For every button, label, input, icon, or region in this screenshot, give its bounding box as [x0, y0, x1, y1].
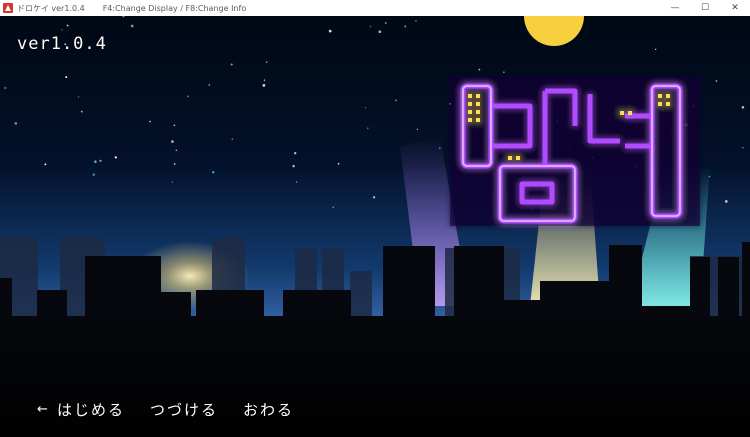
star: [212, 171, 215, 174]
star: [416, 128, 418, 131]
star: [715, 80, 718, 82]
star: [186, 95, 190, 98]
star: [231, 138, 233, 140]
menu-continue[interactable]: つづける: [150, 399, 218, 420]
star: [262, 84, 266, 87]
star: [369, 25, 372, 28]
star: [171, 140, 174, 143]
maximize-button[interactable]: ☐: [690, 0, 720, 16]
star: [130, 24, 134, 28]
star: [114, 156, 117, 159]
star: [92, 173, 96, 176]
app-icon: [3, 3, 13, 13]
star: [4, 86, 7, 90]
star: [175, 149, 178, 152]
star: [94, 160, 97, 163]
star: [404, 25, 407, 28]
menu-start[interactable]: はじめる: [57, 399, 125, 420]
star: [61, 28, 63, 31]
star: [292, 164, 295, 168]
star: [173, 163, 176, 165]
star: [149, 120, 151, 123]
key-hint: F4:Change Display / F8:Change Info: [102, 3, 247, 13]
title-bar: ドロケイ ver1.0.4 F4:Change Display / F8:Cha…: [0, 0, 750, 16]
star: [263, 79, 266, 81]
star: [295, 181, 298, 183]
star: [372, 196, 376, 199]
star: [742, 147, 744, 149]
star: [725, 200, 728, 203]
star: [478, 68, 481, 71]
star: [80, 110, 83, 113]
minimize-button[interactable]: —: [660, 0, 690, 16]
star: [65, 76, 68, 79]
star: [415, 19, 417, 22]
star: [328, 29, 332, 33]
star: [367, 127, 369, 129]
title-scene: [0, 16, 750, 437]
star: [395, 99, 397, 102]
star: [77, 96, 80, 98]
version-label: ver1.0.4: [17, 34, 107, 54]
star: [44, 163, 47, 166]
star: [378, 30, 382, 33]
star: [332, 206, 334, 208]
star: [99, 159, 102, 162]
star: [337, 162, 340, 165]
close-button[interactable]: ✕: [720, 0, 750, 16]
star: [66, 24, 69, 27]
star: [503, 71, 505, 73]
window-controls: — ☐ ✕: [660, 0, 750, 16]
window-title: ドロケイ ver1.0.4: [17, 3, 85, 13]
star: [364, 107, 366, 109]
star: [741, 106, 745, 109]
star: [655, 48, 657, 51]
star: [208, 84, 211, 86]
star: [265, 61, 268, 63]
game-canvas[interactable]: ver1.0.4 ← はじめる つづける おわる: [0, 16, 750, 437]
star: [230, 63, 233, 66]
star: [384, 22, 387, 24]
star: [14, 122, 18, 125]
star: [171, 181, 174, 183]
game-logo: [450, 76, 700, 226]
menu-cursor-icon: ←: [37, 402, 50, 417]
star: [294, 152, 297, 155]
menu-quit[interactable]: おわる: [243, 399, 294, 420]
title-menu: ← はじめる つづける おわる: [37, 399, 319, 420]
star: [173, 124, 176, 127]
game-window: ドロケイ ver1.0.4 F4:Change Display / F8:Cha…: [0, 0, 750, 437]
